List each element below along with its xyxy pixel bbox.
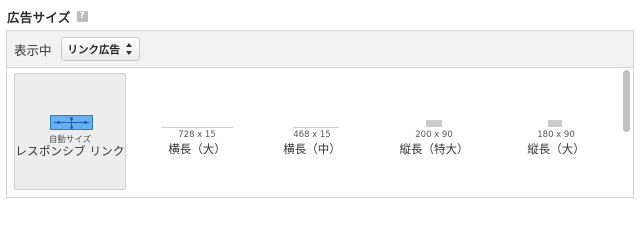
ad-type-select[interactable]: リンク広告 (60, 37, 141, 61)
size-preview (426, 120, 442, 127)
scrollbar-thumb[interactable] (623, 70, 630, 132)
option-label: 縦長（大） (527, 142, 585, 156)
responsive-ad-icon (50, 115, 93, 130)
ad-size-option-468x15[interactable]: 468 x 15 横長（中） (256, 73, 368, 190)
options-scrollbar[interactable] (621, 68, 633, 197)
ad-size-option-728x15[interactable]: 728 x 15 横長（大） (141, 73, 253, 190)
ad-size-panel: 表示中 リンク広告 自動サイズ レスポンシブ リンク 728 x 15 横長（大… (6, 30, 634, 198)
ad-size-option-responsive[interactable]: 自動サイズ レスポンシブ リンク (14, 73, 126, 190)
ad-size-option-180x90[interactable]: 180 x 90 縦長（大） (500, 73, 612, 190)
option-size: 728 x 15 (178, 130, 216, 140)
size-preview (293, 127, 339, 128)
filter-toolbar: 表示中 リンク広告 (7, 31, 633, 68)
section-title: 広告サイズ (7, 9, 71, 25)
option-label: レスポンシブ リンク (15, 144, 125, 158)
size-preview (161, 127, 233, 128)
ad-size-options: 自動サイズ レスポンシブ リンク 728 x 15 横長（大） 468 x 15… (7, 68, 621, 197)
option-size: 180 x 90 (537, 130, 575, 140)
option-label: 横長（大） (168, 142, 226, 156)
ad-size-option-200x90[interactable]: 200 x 90 縦長（特大） (378, 73, 490, 190)
help-icon[interactable]: ? (76, 10, 88, 22)
option-size: 468 x 15 (293, 130, 331, 140)
option-label: 横長（中） (283, 142, 341, 156)
filter-label: 表示中 (14, 42, 52, 58)
select-arrows-icon (126, 43, 133, 55)
section-header: 広告サイズ ? (7, 8, 88, 25)
size-preview (548, 120, 562, 127)
ad-type-select-value: リンク広告 (67, 43, 121, 56)
option-label: 縦長（特大） (399, 142, 469, 156)
option-size: 200 x 90 (415, 130, 453, 140)
